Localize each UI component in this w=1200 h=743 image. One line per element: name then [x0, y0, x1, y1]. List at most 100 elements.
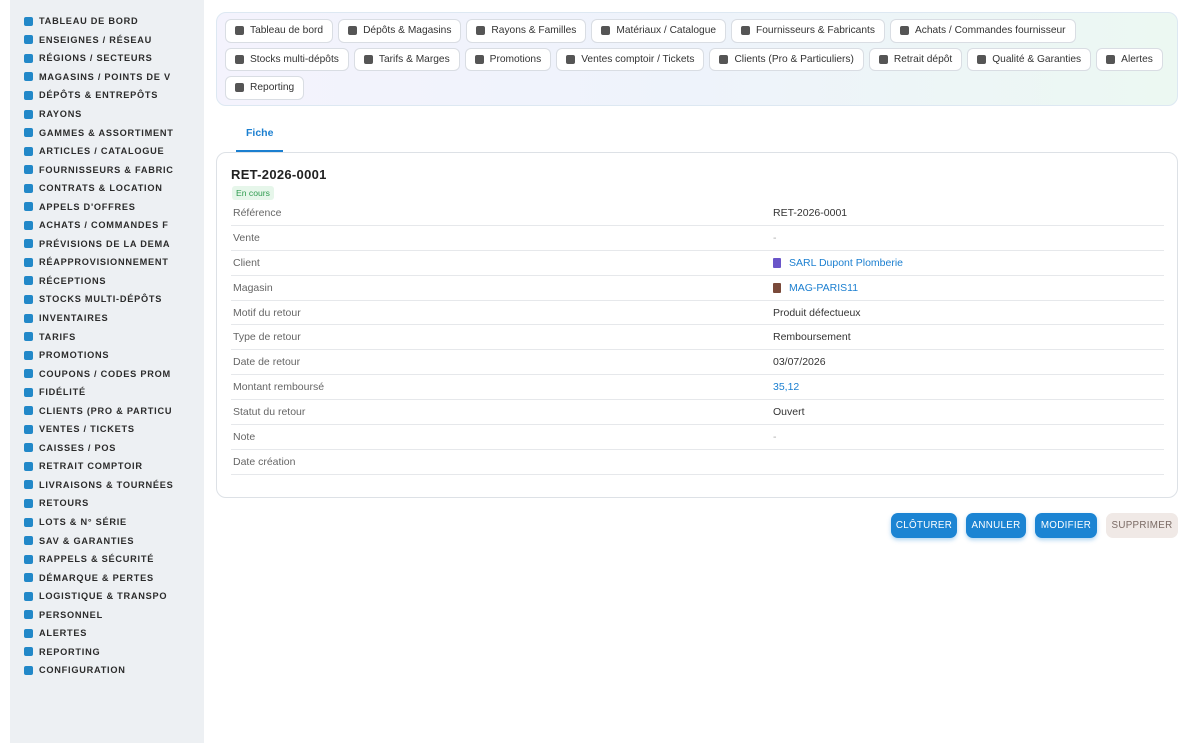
- shortcut-button[interactable]: Clients (Pro & Particuliers): [709, 47, 864, 71]
- sidebar-item[interactable]: TARIFS: [10, 327, 204, 346]
- sidebar-item-label: DÉPÔTS & ENTREPÔTS: [39, 90, 159, 101]
- sidebar-item[interactable]: RÉCEPTIONS: [10, 272, 204, 291]
- field-value[interactable]: 35,12: [773, 381, 799, 393]
- sidebar-item-label: ALERTES: [39, 628, 88, 639]
- annuler-button[interactable]: ANNULER: [966, 513, 1026, 538]
- ticket-icon: [24, 369, 33, 379]
- catalog-icon: [601, 26, 611, 36]
- sidebar-item[interactable]: LIVRAISONS & TOURNÉES: [10, 476, 204, 495]
- field-value-text: RET-2026-0001: [773, 206, 848, 219]
- sidebar-item[interactable]: INVENTAIRES: [10, 309, 204, 328]
- sidebar-item-label: REPORTING: [39, 646, 101, 657]
- sidebar-item-label: PERSONNEL: [39, 609, 103, 620]
- tab-bar: Fiche: [236, 120, 284, 152]
- shortcut-button[interactable]: Matériaux / Catalogue: [591, 19, 727, 43]
- sidebar-item[interactable]: LOTS & N° SÉRIE: [10, 513, 204, 532]
- field-value-text: SARL Dupont Plomberie: [789, 256, 904, 269]
- field-value[interactable]: SARL Dupont Plomberie: [773, 257, 903, 269]
- sidebar-item[interactable]: REPORTING: [10, 643, 204, 662]
- shortcut-button[interactable]: Qualité & Garanties: [967, 47, 1092, 71]
- sidebar-item[interactable]: TABLEAU DE BORD: [10, 12, 204, 31]
- dashboard-icon: [235, 26, 244, 36]
- shortcut-button[interactable]: Promotions: [464, 47, 552, 71]
- contract-icon: [24, 183, 33, 193]
- field-label: Vente: [233, 231, 260, 244]
- shortcut-button[interactable]: Fournisseurs & Fabricants: [731, 19, 885, 43]
- shortcut-button[interactable]: Reporting: [225, 76, 305, 100]
- modifier-button[interactable]: MODIFIER: [1035, 513, 1097, 538]
- sidebar-item[interactable]: CAISSES / POS: [10, 439, 204, 458]
- barcode-icon: [24, 517, 33, 527]
- field-row: Date de retour 03/07/2026: [231, 350, 1164, 376]
- field-value-text: Produit défectueux: [773, 306, 861, 319]
- supprimer-button[interactable]: SUPPRIMER: [1106, 513, 1178, 538]
- sidebar-item[interactable]: STOCKS MULTI-DÉPÔTS: [10, 290, 204, 309]
- shortcut-button[interactable]: Alertes: [1096, 47, 1163, 71]
- sidebar-item[interactable]: CONTRATS & LOCATION: [10, 179, 204, 198]
- field-value[interactable]: MAG-PARIS11: [773, 282, 858, 294]
- sidebar-item[interactable]: MAGASINS / POINTS DE V: [10, 68, 204, 87]
- sidebar-item[interactable]: ACHATS / COMMANDES F: [10, 216, 204, 235]
- sidebar-item[interactable]: DÉPÔTS & ENTREPÔTS: [10, 86, 204, 105]
- sidebar-item-label: LOGISTIQUE & TRANSPO: [39, 591, 168, 602]
- car-icon: [24, 461, 33, 471]
- sidebar-item[interactable]: CLIENTS (PRO & PARTICU: [10, 401, 204, 420]
- tab-fiche[interactable]: Fiche: [236, 120, 284, 152]
- shortcut-button[interactable]: Achats / Commandes fournisseur: [889, 19, 1076, 43]
- sidebar-item[interactable]: DÉMARQUE & PERTES: [10, 568, 204, 587]
- boxes-icon: [235, 54, 244, 64]
- field-label: Date création: [233, 455, 296, 468]
- sidebar-item-label: ARTICLES / CATALOGUE: [39, 146, 165, 157]
- pie-icon: [24, 647, 33, 657]
- sidebar-item-label: FOURNISSEURS & FABRIC: [39, 164, 174, 175]
- sidebar-item[interactable]: APPELS D'OFFRES: [10, 197, 204, 216]
- shortcut-button[interactable]: Stocks multi-dépôts: [225, 47, 349, 71]
- sidebar-item[interactable]: PROMOTIONS: [10, 346, 204, 365]
- shortcut-label: Retrait dépôt: [893, 53, 953, 65]
- sidebar-item[interactable]: ENSEIGNES / RÉSEAU: [10, 31, 204, 50]
- sidebar-item[interactable]: LOGISTIQUE & TRANSPO: [10, 587, 204, 606]
- sidebar-item[interactable]: PERSONNEL: [10, 606, 204, 625]
- sidebar-item[interactable]: SAV & GARANTIES: [10, 531, 204, 550]
- sidebar-item[interactable]: FIDÉLITÉ: [10, 383, 204, 402]
- shelf-icon: [24, 109, 33, 119]
- field-row: Motif du retour Produit défectueux: [231, 301, 1164, 326]
- sidebar-item-label: COUPONS / CODES PROM: [39, 368, 171, 379]
- shortcut-button[interactable]: Tableau de bord: [225, 19, 334, 43]
- sidebar-item-label: RÉAPPROVISIONNEMENT: [39, 257, 169, 268]
- sidebar-item[interactable]: RAPPELS & SÉCURITÉ: [10, 550, 204, 569]
- sidebar-item[interactable]: ALERTES: [10, 624, 204, 643]
- sidebar-item[interactable]: RÉGIONS / SECTEURS: [10, 49, 204, 68]
- truck-icon: [741, 26, 751, 36]
- module-shortcut-bar: Tableau de bord Dépôts & Magasins Rayons &…: [216, 12, 1178, 106]
- field-label: Note: [233, 430, 256, 443]
- shortcut-button[interactable]: Rayons & Familles: [466, 19, 587, 43]
- sidebar-item[interactable]: VENTES / TICKETS: [10, 420, 204, 439]
- shortcut-button[interactable]: Retrait dépôt: [868, 47, 963, 71]
- field-value: -: [773, 431, 777, 443]
- field-row: Référence RET-2026-0001: [231, 201, 1164, 226]
- shortcut-button[interactable]: Ventes comptoir / Tickets: [556, 47, 705, 71]
- chart-icon: [24, 239, 33, 249]
- sidebar-item[interactable]: FOURNISSEURS & FABRIC: [10, 160, 204, 179]
- sidebar-item[interactable]: RETRAIT COMPTOIR: [10, 457, 204, 476]
- sidebar-item[interactable]: CONFIGURATION: [10, 661, 204, 680]
- tag-icon: [24, 332, 33, 342]
- sidebar-item[interactable]: PRÉVISIONS DE LA DEMA: [10, 235, 204, 254]
- shortcut-label: Alertes: [1121, 53, 1153, 65]
- shortcut-button[interactable]: Tarifs & Marges: [353, 47, 460, 71]
- sidebar-item[interactable]: RAYONS: [10, 105, 204, 124]
- sidebar-item[interactable]: COUPONS / CODES PROM: [10, 364, 204, 383]
- shortcut-label: Tableau de bord: [250, 25, 324, 37]
- sidebar-item[interactable]: ARTICLES / CATALOGUE: [10, 142, 204, 161]
- shortcut-label: Achats / Commandes fournisseur: [914, 25, 1066, 37]
- sidebar-item[interactable]: GAMMES & ASSORTIMENT: [10, 123, 204, 142]
- sidebar-item-label: TARIFS: [39, 331, 76, 342]
- shortcut-button[interactable]: Dépôts & Magasins: [338, 19, 462, 43]
- shortcut-row: Reporting: [225, 76, 1177, 100]
- cloturer-button[interactable]: CLÔTURER: [891, 513, 957, 538]
- sidebar-item[interactable]: RETOURS: [10, 494, 204, 513]
- record-card: RET-2026-0001 En cours Référence RET-2026…: [216, 152, 1178, 498]
- sidebar-item[interactable]: RÉAPPROVISIONNEMENT: [10, 253, 204, 272]
- field-value-text: 35,12: [773, 381, 800, 394]
